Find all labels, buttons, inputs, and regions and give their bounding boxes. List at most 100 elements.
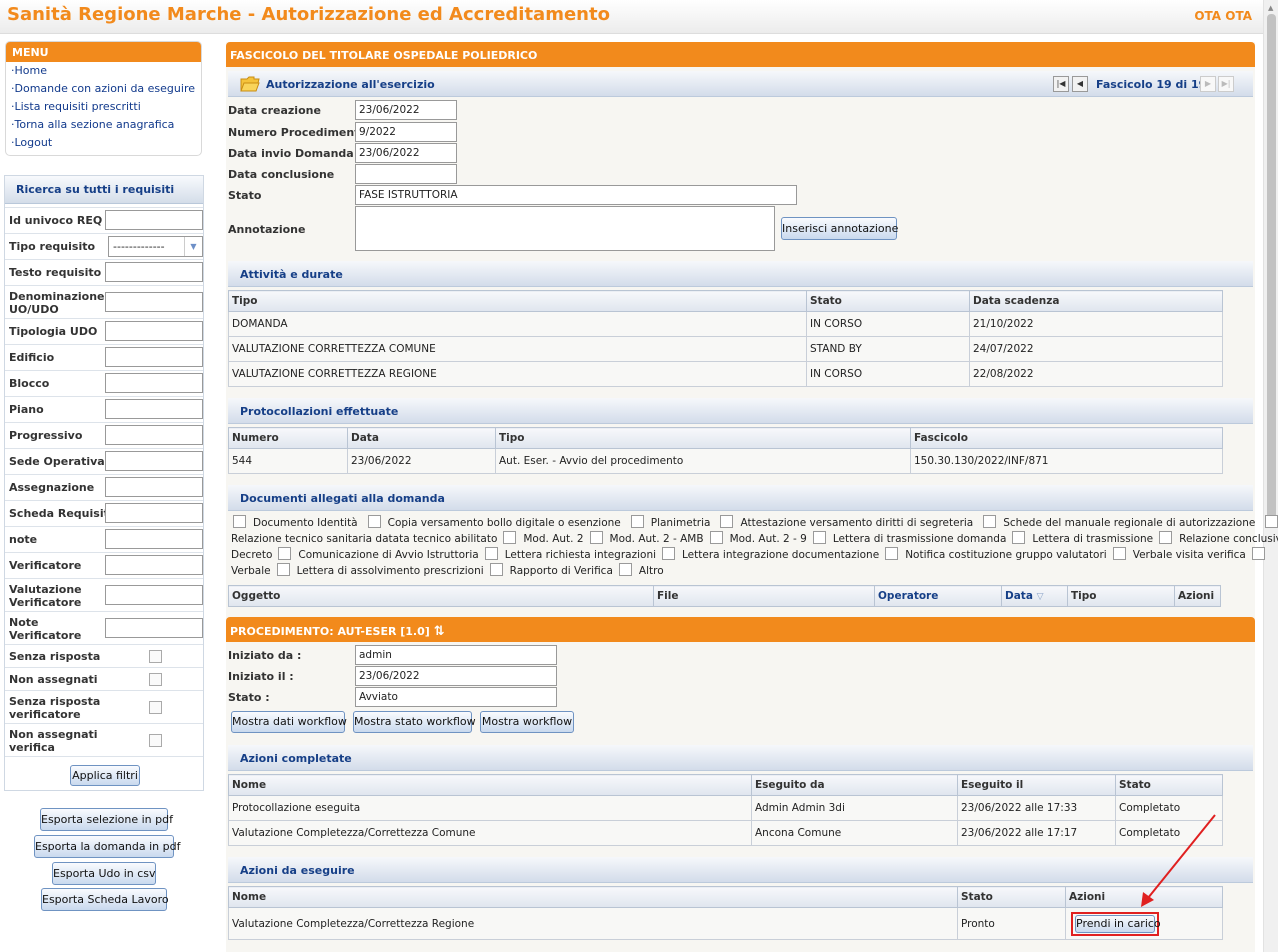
- filter-label: Testo requisito: [9, 266, 102, 279]
- doc-type-checkbox[interactable]: [709, 531, 723, 544]
- doc-type-checkbox[interactable]: [1112, 547, 1126, 560]
- export-selection-pdf-button[interactable]: Esporta selezione in pdf: [40, 808, 173, 831]
- filter-label: Tipologia UDO: [9, 325, 98, 338]
- doc-type-label: Verbale visita verifica: [1132, 549, 1246, 561]
- doc-type-checkbox[interactable]: [489, 563, 503, 576]
- iniziato-da-field[interactable]: admin: [355, 645, 557, 665]
- annotazione-label: Annotazione: [228, 223, 306, 236]
- numero-procedimento-field[interactable]: 9/2022: [355, 122, 457, 142]
- doc-type-checkbox[interactable]: [589, 531, 603, 544]
- senza-risposta-checkbox[interactable]: [149, 650, 162, 663]
- doc-type-checkbox[interactable]: [1265, 515, 1278, 528]
- filter-edificio-input[interactable]: [105, 347, 203, 367]
- inserisci-annotazione-button[interactable]: Inserisci annotazione: [781, 217, 898, 240]
- doc-type-checkbox[interactable]: [662, 547, 676, 560]
- doc-type-checkbox[interactable]: [1012, 531, 1026, 544]
- cell: 544: [228, 448, 348, 474]
- sort-descending-icon[interactable]: ▽: [1037, 592, 1044, 602]
- mostra-workflow-button[interactable]: Mostra workflow: [480, 711, 574, 733]
- filter-tipologia-input[interactable]: [105, 321, 203, 341]
- prendi-in-carico-button[interactable]: Prendi in carico: [1075, 915, 1161, 933]
- filter-blocco-input[interactable]: [105, 373, 203, 393]
- filter-piano-input[interactable]: [105, 399, 203, 419]
- stato-field[interactable]: FASE ISTRUTTORIA: [355, 185, 797, 205]
- filter-note-input[interactable]: [105, 529, 203, 549]
- doc-type-checkbox[interactable]: [812, 531, 826, 544]
- procedimento-title: PROCEDIMENTO: AUT-ESER [1.0]: [230, 625, 430, 638]
- table-row: Valutazione Completezza/Correttezza Comu…: [228, 820, 1223, 846]
- documenti-bar: Documenti allegati alla domanda: [228, 485, 1253, 511]
- doc-type-checkbox[interactable]: [278, 547, 292, 560]
- non-assegnati-checkbox[interactable]: [149, 673, 162, 686]
- data-conclusione-field[interactable]: [355, 164, 457, 184]
- doc-type-checkbox[interactable]: [484, 547, 498, 560]
- apply-row: Applica filtri: [5, 756, 203, 790]
- stato-procedimento-field[interactable]: Avviato: [355, 687, 557, 707]
- scroll-up-icon[interactable]: ▲: [1268, 4, 1273, 12]
- user-name[interactable]: OTA OTA: [1194, 9, 1252, 23]
- export-domanda-pdf-button[interactable]: Esporta la domanda in pdf: [34, 835, 180, 858]
- scrollbar-thumb[interactable]: [1267, 14, 1276, 524]
- doc-type-checkbox[interactable]: [276, 563, 290, 576]
- doc-type-checkbox[interactable]: [1159, 531, 1173, 544]
- attivita-title: Attività e durate: [240, 268, 343, 281]
- data-creazione-field[interactable]: 23/06/2022: [355, 100, 457, 120]
- annotazione-textarea[interactable]: [355, 206, 775, 251]
- doc-type-label: Planimetria: [650, 517, 711, 529]
- filter-blocco: Blocco: [5, 370, 203, 396]
- filter-sede-input[interactable]: [105, 451, 203, 471]
- doc-type-checkbox[interactable]: [618, 563, 632, 576]
- filter-id-input[interactable]: [105, 210, 203, 230]
- filter-label: Id univoco REQ: [9, 214, 103, 227]
- filter-verificatore-input[interactable]: [105, 555, 203, 575]
- menu-item-home[interactable]: ·Home: [6, 62, 201, 80]
- doc-type-checkbox[interactable]: [720, 515, 734, 528]
- filter-assegnazione-input[interactable]: [105, 477, 203, 497]
- apply-filters-button[interactable]: Applica filtri: [70, 765, 140, 786]
- filter-valutazione-input[interactable]: [105, 585, 203, 605]
- protocolli-bar: Protocollazioni effettuate: [228, 398, 1253, 424]
- refresh-icon[interactable]: ⇅: [434, 624, 445, 639]
- chevron-down-icon[interactable]: ▼: [184, 237, 202, 256]
- filter-label: Denominazione UO/UDO: [9, 290, 105, 316]
- data-invio-field[interactable]: 23/06/2022: [355, 143, 457, 163]
- column-header: Eseguito da: [751, 774, 958, 796]
- menu-item-logout[interactable]: ·Logout: [6, 134, 201, 152]
- filter-denominazione-input[interactable]: [105, 292, 203, 312]
- iniziato-il-field[interactable]: 23/06/2022: [355, 666, 557, 686]
- doc-type-checkbox[interactable]: [367, 515, 381, 528]
- previous-record-icon[interactable]: ◀: [1072, 76, 1088, 92]
- tipo-requisito-select[interactable]: ------------- ▼: [108, 236, 203, 257]
- doc-line: Verbale Lettera di assolvimento prescrizi…: [231, 563, 1255, 579]
- menu-item-anagrafica[interactable]: ·Torna alla sezione anagrafica: [6, 116, 201, 134]
- mostra-dati-workflow-button[interactable]: Mostra dati workflow: [231, 711, 347, 733]
- first-record-icon[interactable]: |◀: [1053, 76, 1069, 92]
- cell: IN CORSO: [806, 311, 970, 337]
- column-header: Stato: [1115, 774, 1223, 796]
- vertical-scrollbar[interactable]: ▲: [1263, 0, 1278, 952]
- menu-item-requisiti[interactable]: ·Lista requisiti prescritti: [6, 98, 201, 116]
- menu-item-domande[interactable]: ·Domande con azioni da eseguire: [6, 80, 201, 98]
- export-scheda-lavoro-button[interactable]: Esporta Scheda Lavoro: [41, 888, 169, 911]
- completate-bar: Azioni completate: [228, 745, 1253, 771]
- filter-testo-input[interactable]: [105, 262, 203, 282]
- export-udo-csv-button[interactable]: Esporta Udo in csv: [52, 862, 156, 885]
- doc-type-checkbox[interactable]: [983, 515, 997, 528]
- doc-type-checkbox[interactable]: [233, 515, 246, 528]
- column-header: Numero: [228, 427, 348, 449]
- sort-data[interactable]: Data ▽: [1001, 585, 1068, 607]
- senza-risposta-verificatore-checkbox[interactable]: [149, 701, 162, 714]
- filter-note-verificatore-input[interactable]: [105, 618, 203, 638]
- doc-type-checkbox[interactable]: [503, 531, 517, 544]
- column-header: File: [653, 585, 875, 607]
- filter-sede: Sede Operativa: [5, 448, 203, 474]
- non-assegnati-verifica-checkbox[interactable]: [149, 734, 162, 747]
- sort-operatore[interactable]: Operatore: [874, 585, 1002, 607]
- filter-progressivo-input[interactable]: [105, 425, 203, 445]
- doc-type-checkbox[interactable]: [630, 515, 644, 528]
- table-header: Oggetto File Operatore Data ▽ Tipo Azioni: [228, 585, 1221, 607]
- doc-type-checkbox[interactable]: [1251, 547, 1265, 560]
- doc-type-checkbox[interactable]: [885, 547, 899, 560]
- mostra-stato-workflow-button[interactable]: Mostra stato workflow: [353, 711, 476, 733]
- filter-scheda-input[interactable]: [105, 503, 203, 523]
